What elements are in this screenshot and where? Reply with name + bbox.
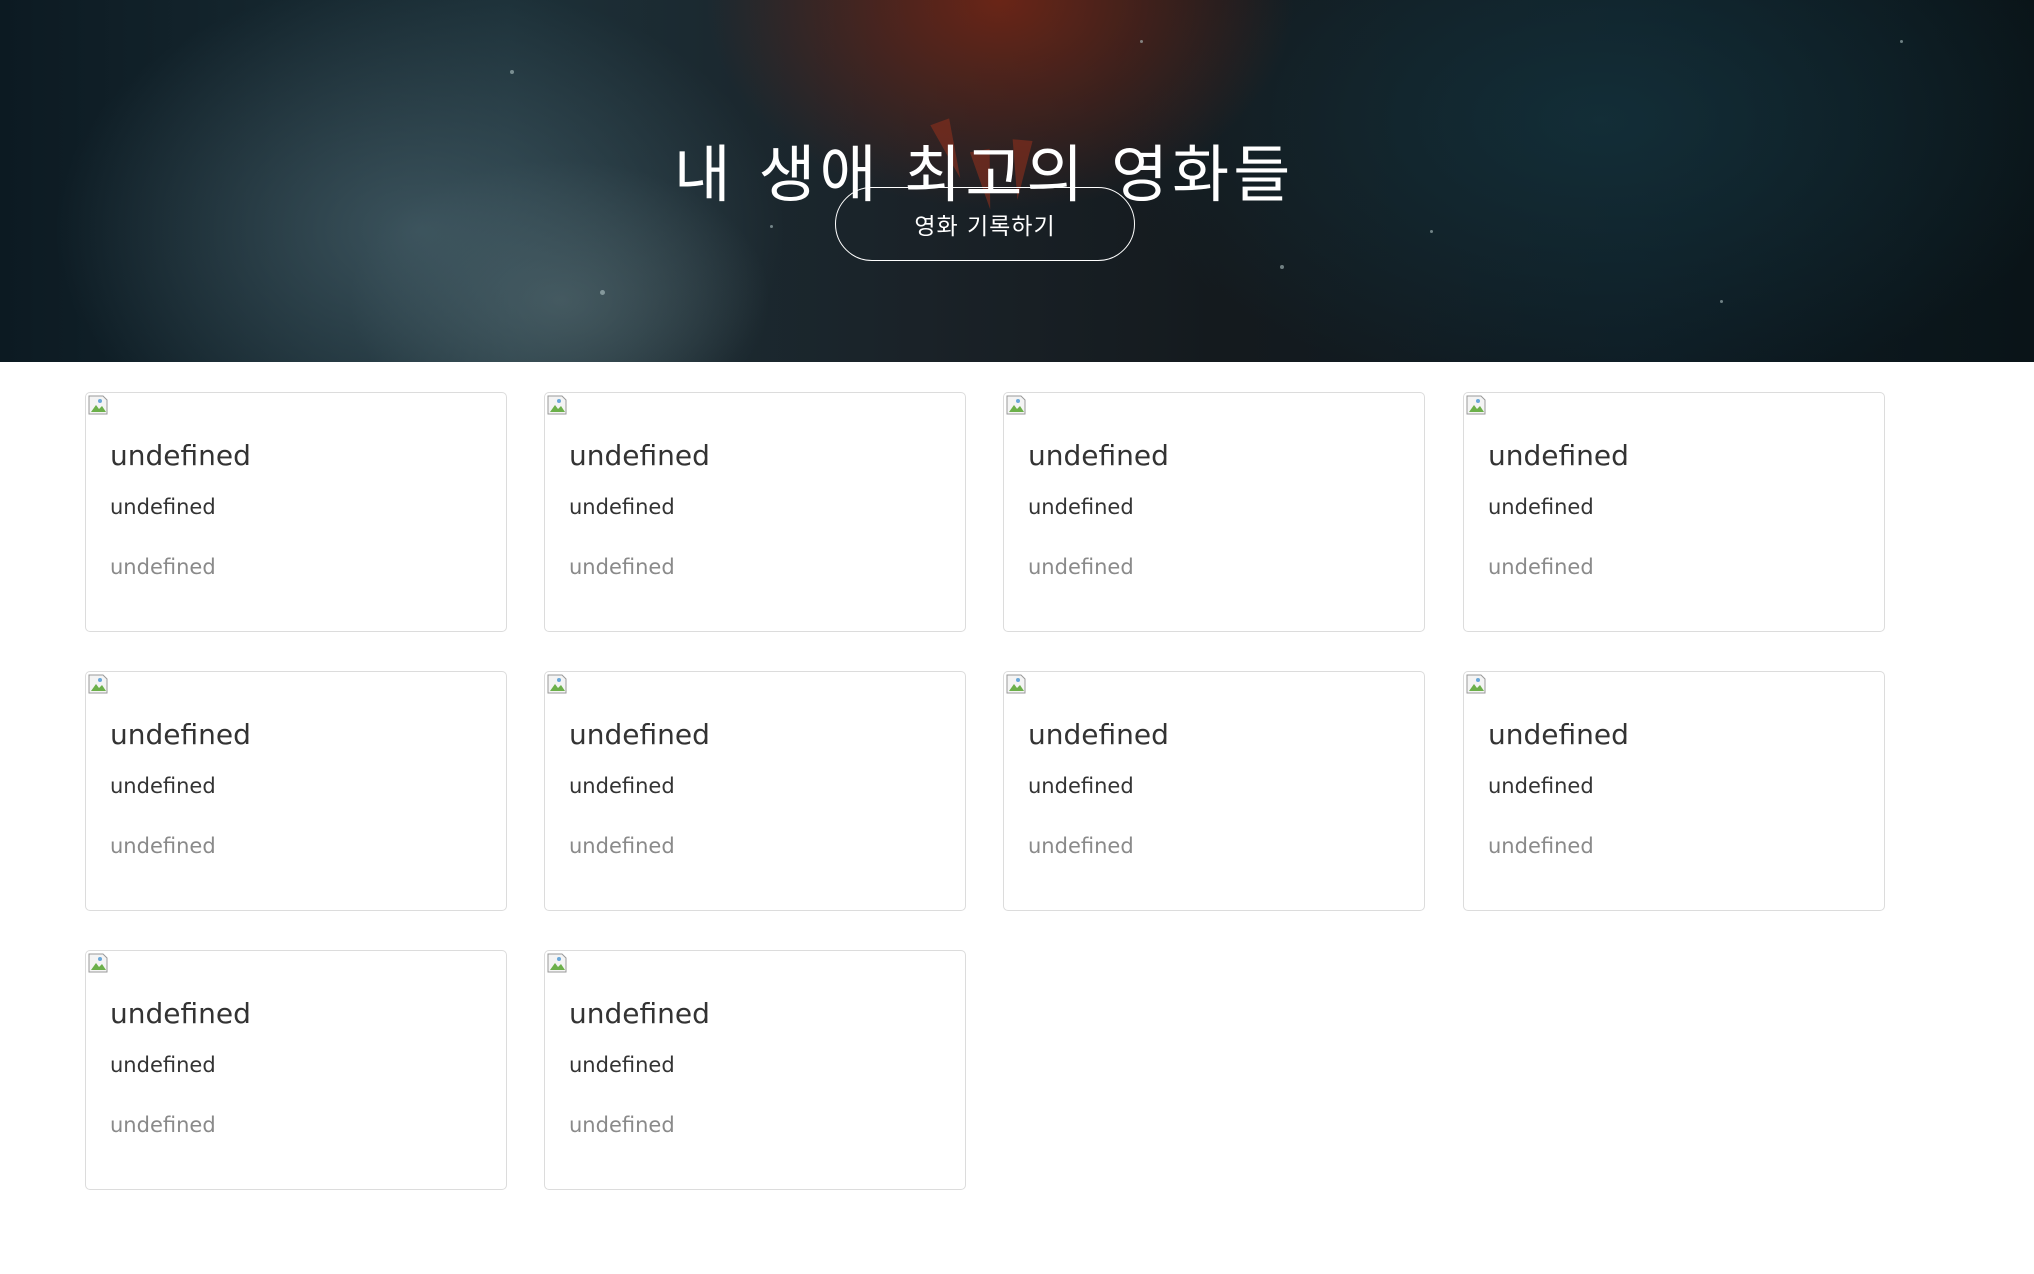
broken-image-icon	[1006, 395, 1026, 415]
hero-decoration	[510, 70, 514, 74]
broken-image-icon	[88, 953, 108, 973]
movie-title: undefined	[110, 997, 251, 1030]
movie-title: undefined	[1488, 439, 1629, 472]
hero-decoration	[600, 290, 605, 295]
movie-subtitle: undefined	[1488, 495, 1594, 519]
movie-card[interactable]: undefined undefined undefined	[1003, 392, 1425, 632]
movie-meta: undefined	[1028, 834, 1134, 858]
movie-title: undefined	[1028, 439, 1169, 472]
broken-image-icon	[1466, 395, 1486, 415]
movie-title: undefined	[569, 997, 710, 1030]
hero-decoration	[1720, 300, 1723, 303]
movie-subtitle: undefined	[1028, 495, 1134, 519]
movie-card[interactable]: undefined undefined undefined	[544, 671, 966, 911]
movie-title: undefined	[569, 718, 710, 751]
broken-image-icon	[1006, 674, 1026, 694]
movie-meta: undefined	[569, 1113, 675, 1137]
movie-subtitle: undefined	[1488, 774, 1594, 798]
movie-meta: undefined	[569, 834, 675, 858]
movie-card[interactable]: undefined undefined undefined	[85, 671, 507, 911]
movie-subtitle: undefined	[569, 774, 675, 798]
broken-image-icon	[1466, 674, 1486, 694]
movie-subtitle: undefined	[1028, 774, 1134, 798]
movie-subtitle: undefined	[569, 1053, 675, 1077]
broken-image-icon	[88, 674, 108, 694]
movie-title: undefined	[1028, 718, 1169, 751]
movie-card[interactable]: undefined undefined undefined	[85, 392, 507, 632]
movie-subtitle: undefined	[110, 1053, 216, 1077]
movie-card[interactable]: undefined undefined undefined	[1463, 392, 1885, 632]
hero-decoration	[770, 225, 773, 228]
movie-card[interactable]: undefined undefined undefined	[85, 950, 507, 1190]
movie-title: undefined	[110, 718, 251, 751]
hero-decoration	[1140, 40, 1143, 43]
broken-image-icon	[547, 395, 567, 415]
movie-title: undefined	[110, 439, 251, 472]
movie-card[interactable]: undefined undefined undefined	[544, 950, 966, 1190]
hero-decoration	[1900, 40, 1903, 43]
hero-decoration	[1280, 265, 1284, 269]
broken-image-icon	[547, 674, 567, 694]
record-movie-button[interactable]: 영화 기록하기	[835, 187, 1135, 261]
movie-meta: undefined	[1488, 555, 1594, 579]
movie-meta: undefined	[110, 555, 216, 579]
movie-meta: undefined	[1028, 555, 1134, 579]
movie-card[interactable]: undefined undefined undefined	[1463, 671, 1885, 911]
movie-meta: undefined	[569, 555, 675, 579]
movie-meta: undefined	[110, 1113, 216, 1137]
hero-banner: 내 생애 최고의 영화들 영화 기록하기	[0, 0, 2034, 362]
movie-meta: undefined	[110, 834, 216, 858]
movie-subtitle: undefined	[569, 495, 675, 519]
hero-decoration	[1430, 230, 1433, 233]
movie-subtitle: undefined	[110, 774, 216, 798]
movie-meta: undefined	[1488, 834, 1594, 858]
movie-card[interactable]: undefined undefined undefined	[544, 392, 966, 632]
movie-title: undefined	[1488, 718, 1629, 751]
broken-image-icon	[547, 953, 567, 973]
movie-card[interactable]: undefined undefined undefined	[1003, 671, 1425, 911]
movie-subtitle: undefined	[110, 495, 216, 519]
broken-image-icon	[88, 395, 108, 415]
movie-title: undefined	[569, 439, 710, 472]
